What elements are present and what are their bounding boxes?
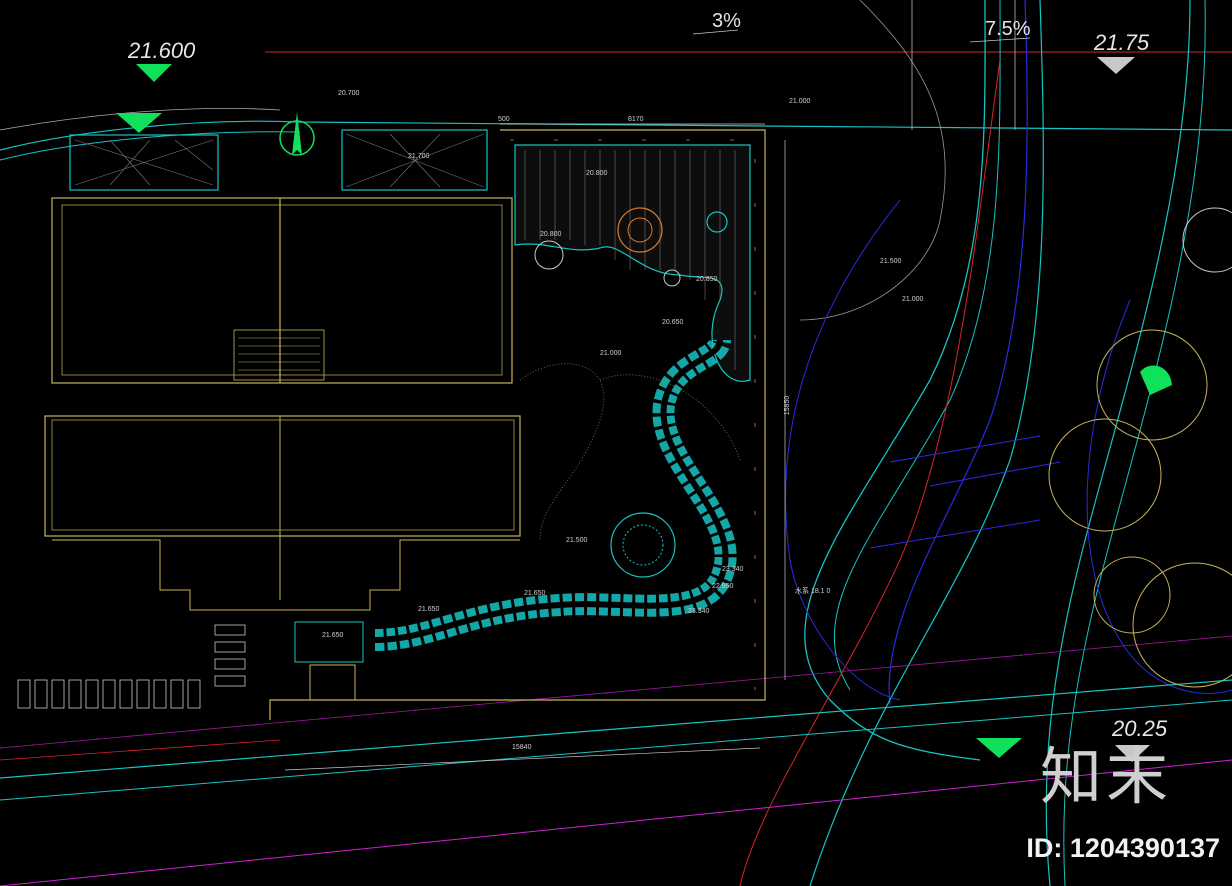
stair-lines [238,337,320,371]
small-label-right-step-a: 23.340 [722,566,744,573]
box-garden [294,621,364,663]
small-label-contour-b: 21.000 [902,296,924,303]
road-curve-4 [809,0,1044,886]
red-line-bottom [0,739,281,761]
building-2 [44,415,521,537]
elevation-label-top-left: 21.600 [128,38,196,63]
elevation-marker-top-right [1097,57,1135,74]
north-arrow-needle [292,112,302,155]
road-edge-top-2 [0,131,301,161]
blue-dash-3 [869,519,1041,549]
small-label-deck-top: 20.700 [338,90,360,97]
blue-dash-2 [929,461,1061,487]
tree-5 [1182,207,1232,273]
elevation-marker-bottom-right [976,738,1022,758]
small-label-right-step-c: 23.340 [688,608,710,615]
small-label-right-step-b: 22.850 [712,583,734,590]
circle-plaza [610,512,676,578]
slope-label-a: 3% [712,10,741,32]
elevation-marker-top-left [136,64,172,82]
green-contour-1 [519,363,605,541]
road-curve-red [739,59,1001,886]
dim-line-bottom [284,747,761,771]
watermark-id: ID: 1204390137 [1026,833,1220,863]
box-fountain [309,664,356,701]
watermark-logo: 知末 [1039,740,1172,813]
tree-marker-green [1140,365,1172,395]
parking-stalls [17,624,246,709]
small-label-path-a: 21.650 [524,590,546,597]
tree-3 [1093,556,1171,634]
road-curve-2 [833,0,1001,691]
gray-curve-top [799,0,946,321]
small-label-right-note: 水系 18.1 0 [795,588,831,595]
tree-2 [1048,418,1162,532]
road-curve-3 [888,0,1028,706]
small-label-circle-left: 20.800 [540,231,562,238]
building-2-inner [51,419,515,531]
small-label-top-right-lawn: 21.000 [789,98,811,105]
tree-4 [1132,562,1232,688]
road-curve-left-blue [785,199,901,701]
dimension-right: 15850 [784,395,792,416]
building-1-inner [61,204,503,376]
small-label-contour-a: 21.500 [880,258,902,265]
small-label-bottom-box: 21.650 [322,632,344,639]
small-label-circle-small: 20.850 [696,276,718,283]
building-1 [51,197,513,384]
small-label-left-court: 21.700 [408,153,430,160]
small-label-contour-c: 21.000 [600,350,622,357]
small-label-path-b: 21.650 [418,606,440,613]
planter-left-hatch [74,139,214,186]
dimension-top-left: 500 [498,116,510,123]
elevation-marker-left [116,113,162,133]
building-2-front [52,539,520,611]
stair-block [233,329,325,381]
road-curve-blue-2 [1086,299,1232,694]
dimension-top: 8170 [628,116,644,123]
small-label-deck-center: 20.800 [586,170,608,177]
small-label-contour-d: 21.500 [566,537,588,544]
planter-mid-hatch [345,133,485,188]
blue-dash-1 [889,435,1041,463]
slope-label-b: 7.5% [985,18,1031,40]
elevation-label-top-right: 21.75 [1094,30,1150,55]
dimension-bottom: 15840 [512,744,532,751]
circle-plaza-inner [622,524,664,566]
small-label-lawn-center: 20.650 [662,319,684,326]
